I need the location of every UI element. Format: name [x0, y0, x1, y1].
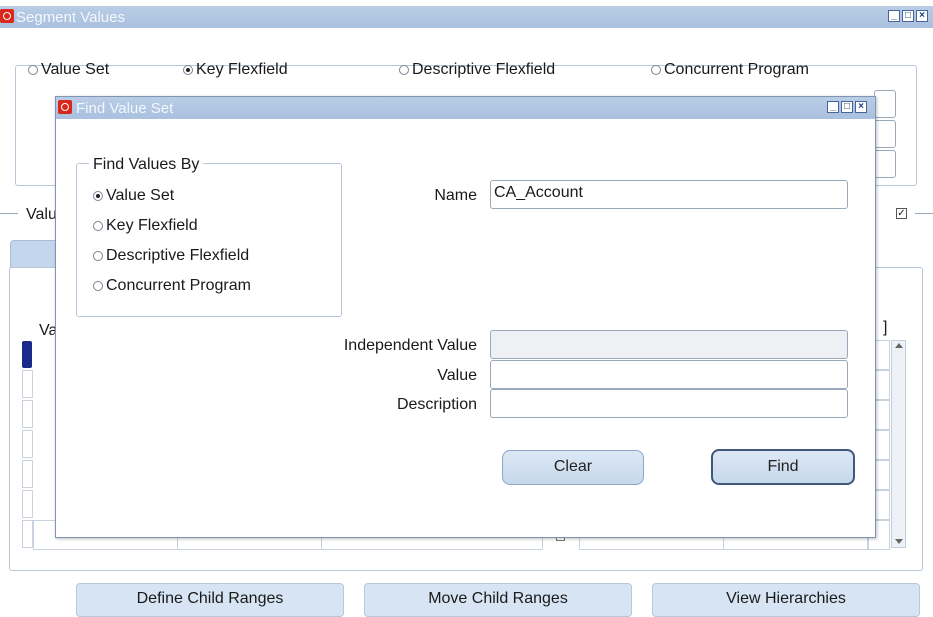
- radio-label: Key Flexfield: [106, 217, 198, 234]
- radio-label: Concurrent Program: [664, 61, 809, 78]
- minimize-icon[interactable]: _: [827, 101, 839, 113]
- radio-button[interactable]: [651, 65, 661, 75]
- dialog-radio-key-flexfield[interactable]: Key Flexfield: [93, 217, 198, 235]
- radio-button[interactable]: [399, 65, 409, 75]
- radio-value-set[interactable]: Value Set: [28, 61, 109, 79]
- flexfield-field-1[interactable]: [874, 90, 896, 118]
- move-child-ranges-button[interactable]: Move Child Ranges: [364, 583, 632, 617]
- independent-value-label: Independent Value: [343, 337, 477, 354]
- main-window-title: Segment Values: [16, 9, 125, 26]
- values-separator-right: [915, 213, 933, 214]
- description-field[interactable]: [490, 389, 848, 418]
- radio-button[interactable]: [28, 65, 38, 75]
- name-field[interactable]: CA_Account: [490, 180, 848, 209]
- table-row-marker[interactable]: [22, 460, 33, 488]
- dialog-titlebar[interactable]: Find Value Set _ □ ×: [56, 97, 875, 119]
- value-label: Value: [437, 367, 477, 384]
- view-hierarchies-button[interactable]: View Hierarchies: [652, 583, 920, 617]
- main-window-titlebar[interactable]: Segment Values _ □ ×: [0, 6, 933, 28]
- radio-button[interactable]: [93, 191, 103, 201]
- clear-button[interactable]: Clear: [502, 450, 644, 485]
- dialog-radio-value-set[interactable]: Value Set: [93, 187, 174, 205]
- scroll-up-icon[interactable]: [895, 343, 903, 348]
- radio-label: Value Set: [106, 187, 175, 204]
- group-title: Find Values By: [89, 156, 204, 174]
- current-row-marker: [22, 341, 32, 368]
- radio-descriptive-flexfield[interactable]: Descriptive Flexfield: [399, 61, 555, 79]
- table-row-marker[interactable]: [22, 490, 33, 518]
- values-section-label: Valu: [26, 206, 57, 223]
- table-row-marker[interactable]: [22, 400, 33, 428]
- radio-button[interactable]: [93, 251, 103, 261]
- value-field[interactable]: [490, 360, 848, 389]
- independent-value-field[interactable]: [490, 330, 848, 359]
- flexfield-field-2[interactable]: [874, 120, 896, 148]
- oracle-logo-icon: [58, 100, 72, 114]
- radio-label: Value Set: [41, 61, 110, 78]
- dialog-radio-concurrent-program[interactable]: Concurrent Program: [93, 277, 251, 295]
- radio-button[interactable]: [183, 65, 193, 75]
- oracle-logo-icon: [0, 9, 14, 23]
- dialog-radio-descriptive-flexfield[interactable]: Descriptive Flexfield: [93, 247, 249, 265]
- table-row-marker[interactable]: [22, 370, 33, 398]
- close-icon[interactable]: ×: [855, 101, 867, 113]
- description-label: Description: [396, 396, 477, 413]
- values-separator: [0, 213, 18, 214]
- radio-key-flexfield[interactable]: Key Flexfield: [183, 61, 288, 79]
- radio-concurrent-program[interactable]: Concurrent Program: [651, 61, 809, 79]
- minimize-icon[interactable]: _: [888, 10, 900, 22]
- radio-label: Descriptive Flexfield: [412, 61, 556, 78]
- close-icon[interactable]: ×: [916, 10, 928, 22]
- maximize-icon[interactable]: □: [841, 101, 853, 113]
- maximize-icon[interactable]: □: [902, 10, 914, 22]
- radio-button[interactable]: [93, 281, 103, 291]
- vertical-scrollbar[interactable]: [891, 340, 906, 548]
- find-button[interactable]: Find: [711, 449, 855, 485]
- find-value-set-dialog: Find Value Set _ □ × Find Values By Valu…: [55, 96, 876, 538]
- radio-button[interactable]: [93, 221, 103, 231]
- flexfield-field-3[interactable]: [874, 150, 896, 178]
- column-bracket: ]: [883, 319, 888, 336]
- radio-label: Descriptive Flexfield: [106, 247, 250, 264]
- table-row-marker[interactable]: [22, 430, 33, 458]
- dialog-title: Find Value Set: [76, 100, 174, 117]
- radio-label: Concurrent Program: [106, 277, 251, 294]
- define-child-ranges-button[interactable]: Define Child Ranges: [76, 583, 344, 617]
- radio-label: Key Flexfield: [196, 61, 288, 78]
- enabled-checkbox[interactable]: ✓: [896, 208, 907, 219]
- scroll-down-icon[interactable]: [895, 539, 903, 544]
- name-label: Name: [434, 187, 477, 204]
- table-row-marker[interactable]: [22, 520, 33, 548]
